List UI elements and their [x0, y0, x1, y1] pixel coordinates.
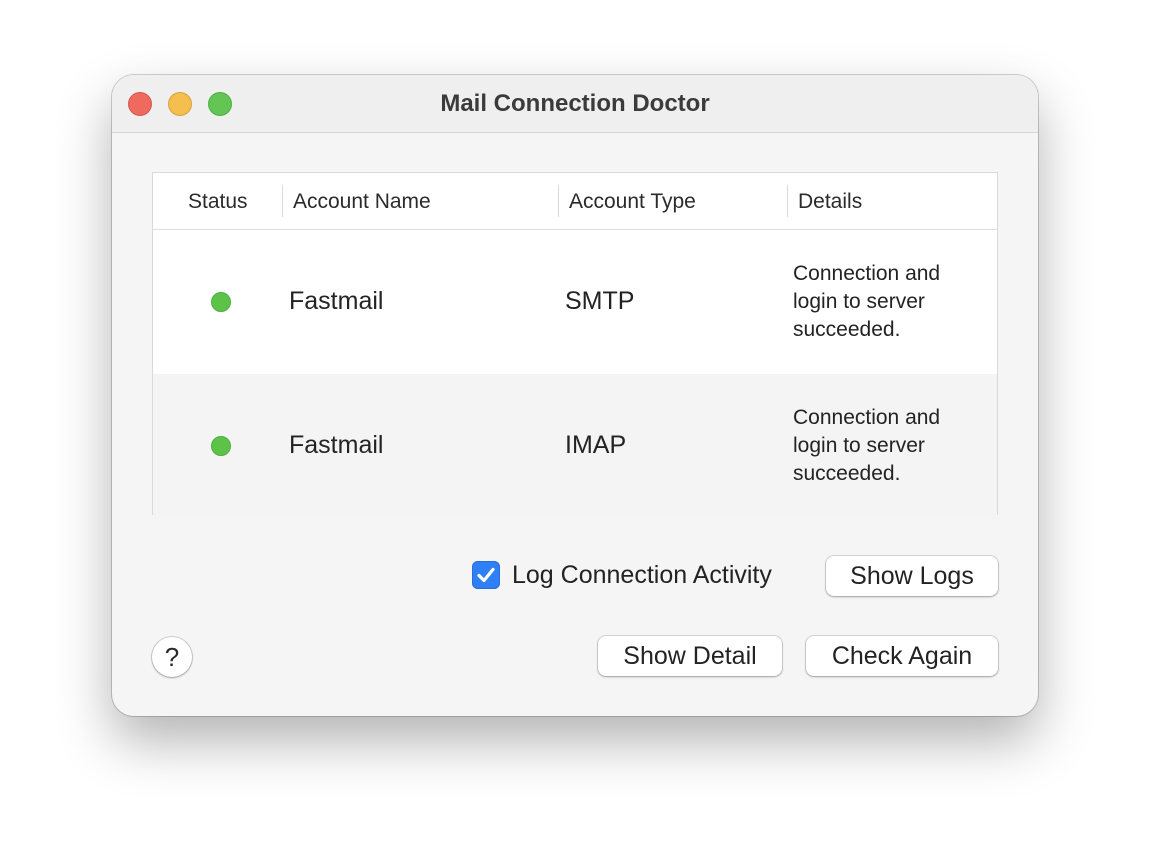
close-window-button[interactable] [128, 92, 152, 116]
details-line: login to server [793, 434, 925, 457]
help-icon: ? [164, 642, 180, 672]
details-line: succeeded. [793, 318, 901, 341]
details-cell: Connection and login to server succeeded… [793, 404, 983, 488]
status-dot-icon [211, 292, 231, 312]
checkmark-icon [477, 567, 495, 583]
details-cell: Connection and login to server succeeded… [793, 260, 983, 344]
accounts-table: Status Account Name Account Type Details… [152, 172, 998, 518]
details-line: Connection and [793, 406, 941, 429]
account-name-cell: Fastmail [289, 431, 384, 459]
table-row[interactable]: Fastmail IMAP Connection and login to se… [153, 374, 997, 518]
minimize-window-button[interactable] [168, 92, 192, 116]
column-divider[interactable] [787, 185, 788, 217]
log-connection-activity-label[interactable]: Log Connection Activity [512, 559, 772, 591]
account-name-cell: Fastmail [289, 287, 384, 315]
column-header-status[interactable]: Status [188, 173, 248, 229]
table-header: Status Account Name Account Type Details [153, 173, 997, 230]
mail-connection-doctor-window: Mail Connection Doctor Status Account Na… [112, 75, 1038, 716]
column-divider[interactable] [282, 185, 283, 217]
window-title: Mail Connection Doctor [440, 90, 710, 117]
show-logs-button[interactable]: Show Logs [826, 556, 998, 596]
title-bar[interactable]: Mail Connection Doctor [112, 75, 1038, 133]
status-dot-icon [211, 436, 231, 456]
details-line: Connection and [793, 262, 941, 285]
log-connection-activity-checkbox[interactable] [472, 561, 500, 589]
details-line: login to server [793, 290, 925, 313]
check-again-button[interactable]: Check Again [806, 636, 998, 676]
column-header-account-name[interactable]: Account Name [293, 173, 431, 229]
account-type-cell: IMAP [565, 431, 627, 459]
details-line: succeeded. [793, 462, 901, 485]
account-type-cell: SMTP [565, 287, 635, 315]
show-detail-button[interactable]: Show Detail [598, 636, 782, 676]
table-row[interactable]: Fastmail SMTP Connection and login to se… [153, 230, 997, 374]
column-header-account-type[interactable]: Account Type [569, 173, 696, 229]
zoom-window-button[interactable] [208, 92, 232, 116]
column-divider[interactable] [558, 185, 559, 217]
column-header-details[interactable]: Details [798, 173, 862, 229]
help-button[interactable]: ? [152, 637, 192, 677]
